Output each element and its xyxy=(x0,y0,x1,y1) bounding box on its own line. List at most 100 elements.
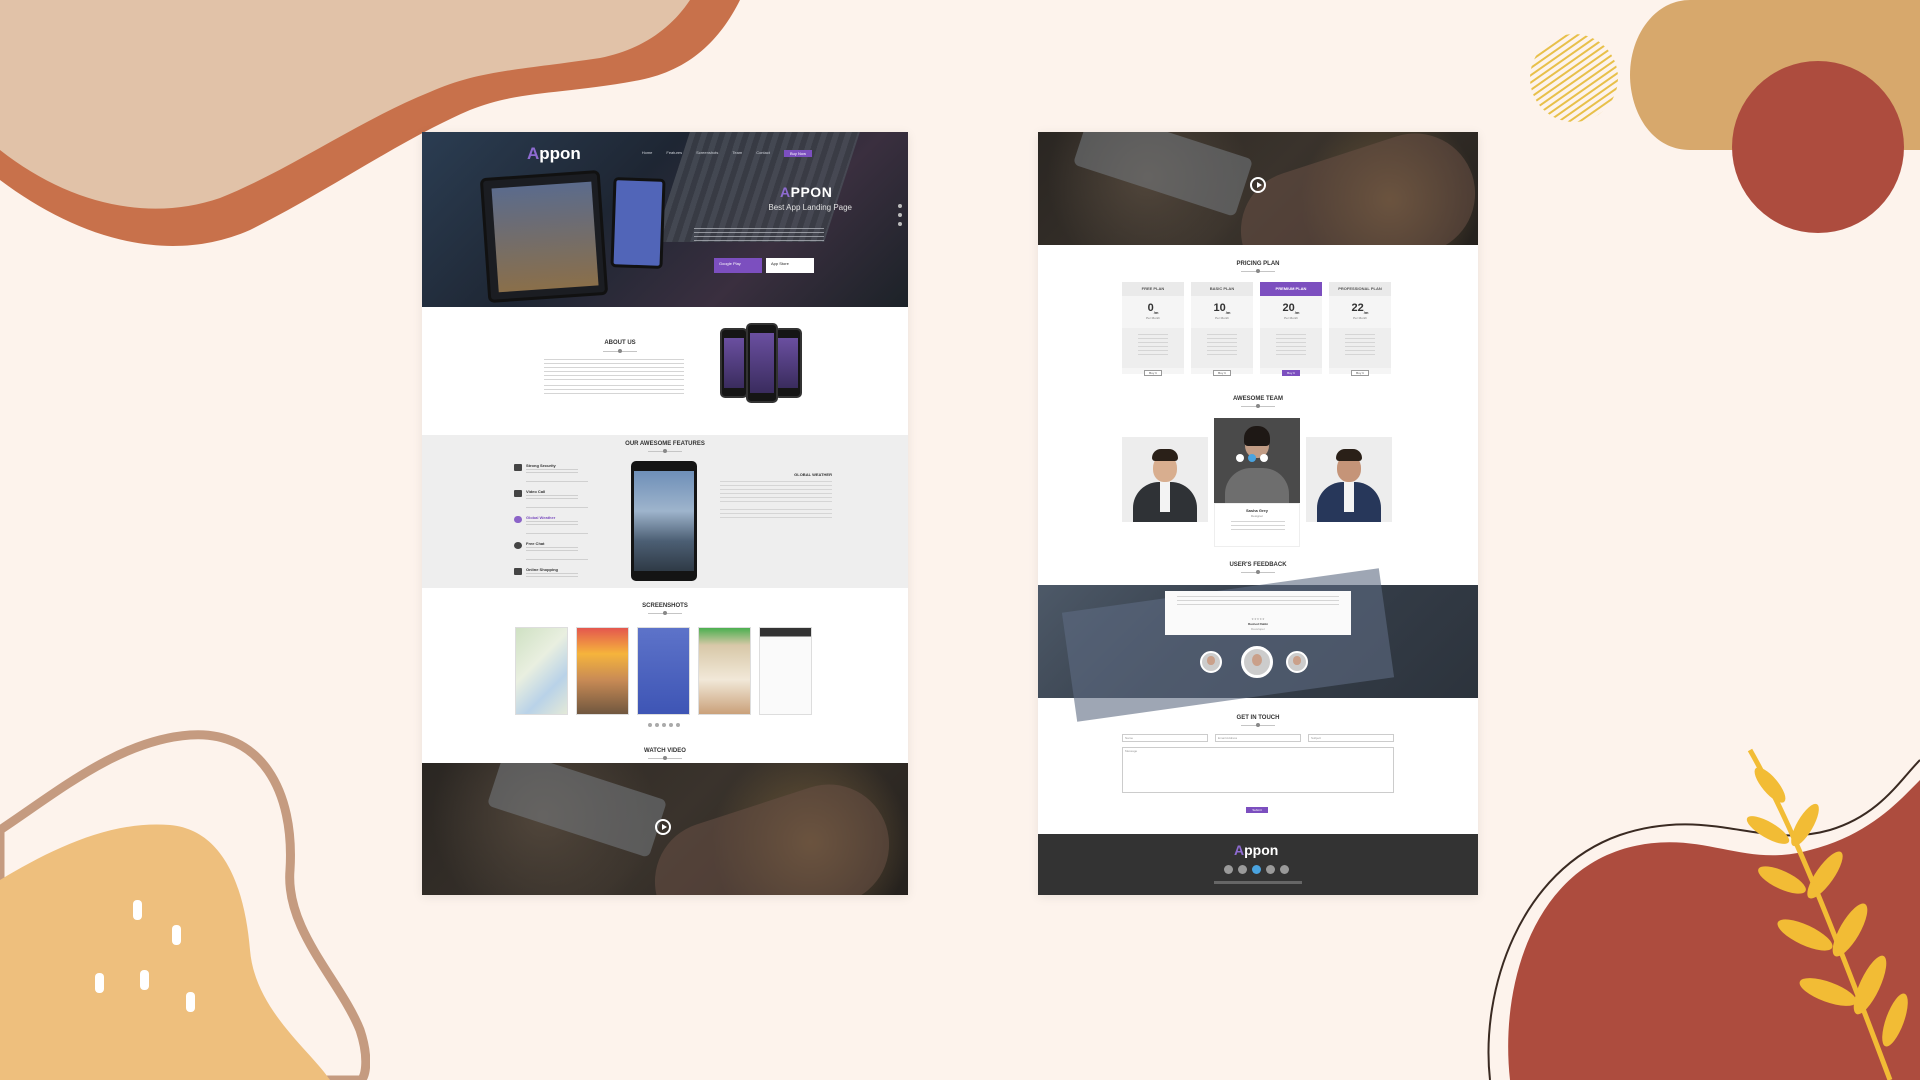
screenshot-products[interactable] xyxy=(759,627,812,715)
buy-professional-button[interactable]: Buy It xyxy=(1351,370,1369,376)
name-field[interactable]: Name xyxy=(1122,734,1208,742)
pricing-title: Pricing Plan xyxy=(1236,261,1280,267)
nav-features[interactable]: Features xyxy=(666,150,682,157)
facebook-icon[interactable] xyxy=(1224,865,1233,874)
member-role: Designer xyxy=(1250,514,1263,518)
copyright-text xyxy=(1214,881,1302,884)
contact-title: Get In Touch xyxy=(1236,715,1280,721)
about-section: About Us xyxy=(422,307,908,435)
nav-contact[interactable]: Contact xyxy=(756,150,770,157)
footer-logo[interactable]: Appon xyxy=(1234,842,1278,858)
phone-image xyxy=(610,177,666,269)
reviewer-name: Rashed Rabbi xyxy=(1247,622,1268,626)
landing-page-preview-right: Pricing Plan Free Plan 0/m Per Month Buy… xyxy=(1038,132,1478,895)
hero-description xyxy=(694,228,824,244)
lock-icon xyxy=(514,464,522,471)
reviewer-avatar-1[interactable] xyxy=(1200,651,1222,673)
title-divider xyxy=(1241,723,1275,727)
main-nav: Home Features Screenshots Team Contact B… xyxy=(642,150,812,157)
screenshot-tablet-app[interactable] xyxy=(637,627,690,715)
footer-social-links xyxy=(1224,865,1289,874)
footer: Appon xyxy=(1038,834,1478,895)
title-divider xyxy=(1241,269,1275,273)
subject-field[interactable]: Subject xyxy=(1308,734,1394,742)
phone-mockup-2 xyxy=(746,323,778,403)
features-section: Our Awesome Features Strong Security Vid… xyxy=(422,435,908,588)
twitter-icon[interactable] xyxy=(1252,865,1261,874)
submit-button[interactable]: Submit xyxy=(1246,807,1268,813)
buy-free-button[interactable]: Buy It xyxy=(1144,370,1162,376)
phone-in-hand-image xyxy=(1072,132,1254,217)
site-logo[interactable]: Appon xyxy=(527,144,581,164)
team-member-3[interactable] xyxy=(1306,437,1392,522)
play-icon[interactable] xyxy=(655,819,671,835)
team-title: Awesome Team xyxy=(1232,396,1283,402)
plan-free: Free Plan 0/m Per Month Buy It xyxy=(1122,282,1184,376)
testimonial-card: ★★★★★ Rashed Rabbi Developer xyxy=(1165,591,1351,635)
reviewer-avatar-2[interactable] xyxy=(1286,651,1308,673)
buy-premium-button[interactable]: Buy It xyxy=(1282,370,1300,376)
title-divider xyxy=(648,611,682,615)
feature-detail-title: Global Weather xyxy=(794,472,832,477)
app-store-button[interactable]: App Store xyxy=(766,258,814,273)
title-divider xyxy=(1241,404,1275,408)
nav-screenshots[interactable]: Screenshots xyxy=(696,150,718,157)
title-divider xyxy=(1241,570,1275,574)
google-plus-icon[interactable] xyxy=(1238,865,1247,874)
team-member-featured[interactable] xyxy=(1214,418,1300,503)
tablet-image xyxy=(479,169,609,304)
phone-in-hand-image xyxy=(486,763,668,858)
cloud-icon xyxy=(514,516,522,523)
plan-premium: Premium Plan 20/m Per Month Buy It xyxy=(1260,282,1322,376)
buy-now-button[interactable]: Buy Now xyxy=(783,150,812,157)
slider-dots[interactable] xyxy=(898,204,902,226)
team-member-info: Sasha Grey Designer xyxy=(1214,503,1300,547)
feature-detail-text-2 xyxy=(720,509,832,519)
member-bio xyxy=(1231,521,1285,533)
facebook-icon[interactable] xyxy=(1236,454,1244,462)
screenshots-section: Screenshots Watch Video xyxy=(422,588,908,763)
landing-page-preview-left: Appon Home Features Screenshots Team Con… xyxy=(422,132,908,895)
play-icon[interactable] xyxy=(1250,177,1266,193)
video-section-top xyxy=(1038,132,1478,245)
reviewer-avatar-active[interactable] xyxy=(1241,646,1273,678)
carousel-dots[interactable] xyxy=(648,723,680,727)
nav-home[interactable]: Home xyxy=(642,150,653,157)
top-right-shapes xyxy=(1630,0,1920,233)
nav-team[interactable]: Team xyxy=(732,150,742,157)
buy-basic-button[interactable]: Buy It xyxy=(1213,370,1231,376)
message-field[interactable]: Message xyxy=(1122,747,1394,793)
screenshot-menu[interactable] xyxy=(576,627,629,715)
google-play-button[interactable]: Google Play xyxy=(714,258,762,273)
about-title: About Us xyxy=(604,340,636,346)
plan-basic: Basic Plan 10/m Per Month Buy It xyxy=(1191,282,1253,376)
reviewer-role: Developer xyxy=(1251,627,1265,631)
features-title: Our Awesome Features xyxy=(625,441,705,447)
youtube-icon[interactable] xyxy=(1280,865,1289,874)
hero-subtitle: Best App Landing Page xyxy=(768,203,852,212)
hero-section: Appon Home Features Screenshots Team Con… xyxy=(422,132,908,307)
team-member-1[interactable] xyxy=(1122,437,1208,522)
screenshot-map[interactable] xyxy=(515,627,568,715)
video-title: Watch Video xyxy=(644,748,686,754)
about-text-2 xyxy=(544,385,684,395)
member-name: Sasha Grey xyxy=(1245,508,1268,513)
video-section xyxy=(422,763,908,895)
title-divider xyxy=(648,756,682,760)
feedback-title: User's Feedback xyxy=(1229,562,1287,568)
video-camera-icon xyxy=(514,490,522,497)
linkedin-icon[interactable] xyxy=(1260,454,1268,462)
hero-title: APPON xyxy=(780,184,833,200)
testimonial-section: ★★★★★ Rashed Rabbi Developer xyxy=(1038,568,1478,722)
twitter-icon[interactable] xyxy=(1248,454,1256,462)
social-links xyxy=(1236,454,1268,462)
email-field[interactable]: Email Address xyxy=(1215,734,1301,742)
linkedin-icon[interactable] xyxy=(1266,865,1275,874)
screenshot-shop[interactable] xyxy=(698,627,751,715)
hand-image xyxy=(639,768,905,895)
title-divider xyxy=(648,449,682,453)
title-divider xyxy=(603,349,637,353)
plan-professional: Professional Plan 22/m Per Month Buy It xyxy=(1329,282,1391,376)
leaf-icon xyxy=(1746,748,1908,1080)
phone-mockup-3 xyxy=(774,328,802,398)
